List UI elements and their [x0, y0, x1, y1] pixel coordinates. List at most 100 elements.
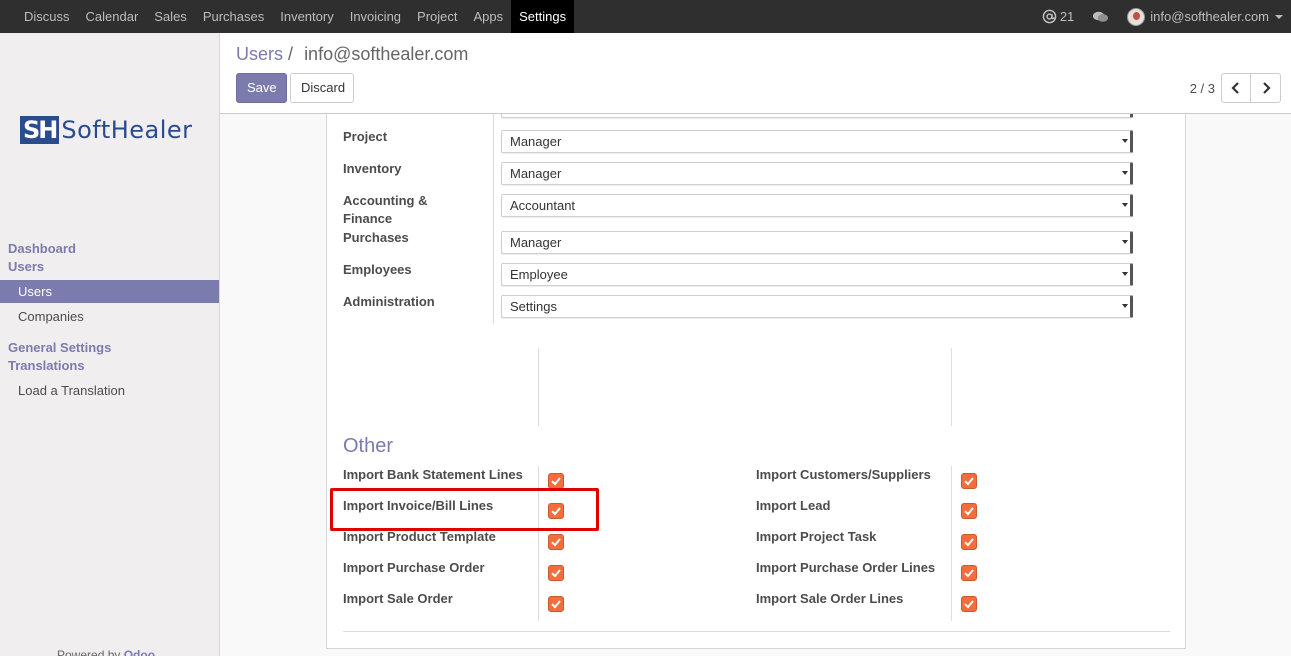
control-panel: Users / info@softhealer.com Save Discard…	[220, 33, 1291, 114]
check-icon	[964, 507, 974, 516]
checkbox-import-lead[interactable]	[961, 503, 977, 519]
check-icon	[551, 569, 561, 578]
select-accounting[interactable]: Accountant	[501, 194, 1133, 217]
form-sheet: Project Manager Inventory Manager Accoun…	[326, 114, 1186, 649]
field-label: Administration	[343, 294, 435, 309]
select-administration[interactable]: Settings	[501, 295, 1133, 318]
dropdown-arrow-icon	[1122, 171, 1128, 175]
avatar	[1127, 7, 1146, 26]
checkbox-label: Import Sale Order	[343, 591, 453, 606]
other-row: Import Product Template Import Project T…	[327, 529, 1187, 560]
checkbox-label: Import Project Task	[756, 529, 877, 544]
menu-apps[interactable]: Apps	[466, 0, 512, 33]
checkbox-import-bank-statement-lines[interactable]	[548, 473, 564, 489]
checkbox-import-purchase-order-lines[interactable]	[961, 565, 977, 581]
checkbox-import-sale-order[interactable]	[548, 596, 564, 612]
sidebar-head-dashboard[interactable]: Dashboard	[8, 241, 76, 256]
dropdown-arrow-icon	[1122, 304, 1128, 308]
user-email: info@softhealer.com	[1150, 9, 1269, 24]
menu-purchases[interactable]: Purchases	[195, 0, 272, 33]
field-label: Project	[343, 129, 388, 144]
sidebar-head-translations[interactable]: Translations	[8, 358, 85, 373]
group-separator	[951, 348, 952, 426]
dropdown-arrow-icon	[1122, 272, 1128, 276]
section-title-other: Other	[343, 435, 394, 457]
checkbox-label: Import Customers/Suppliers	[756, 467, 931, 482]
powered-by-brand[interactable]: Odoo	[124, 648, 155, 656]
checkbox-import-product-template[interactable]	[548, 534, 564, 550]
checkbox-import-customers-suppliers[interactable]	[961, 473, 977, 489]
checkbox-import-project-task[interactable]	[961, 534, 977, 550]
menu-settings[interactable]: Settings	[511, 0, 575, 33]
checkbox-label: Import Lead	[756, 498, 831, 513]
dropdown-arrow-icon	[1122, 139, 1128, 143]
save-button[interactable]: Save	[236, 73, 287, 103]
discard-button[interactable]: Discard	[290, 73, 354, 103]
app-menu: Discuss Calendar Sales Purchases Invento…	[16, 0, 575, 33]
menu-sales[interactable]: Sales	[146, 0, 195, 33]
sidebar-head-general-settings[interactable]: General Settings	[8, 340, 111, 355]
check-icon	[964, 600, 974, 609]
mentions-count: 21	[1059, 9, 1075, 24]
mentions-button[interactable]: 21	[1042, 9, 1074, 24]
select-value: Manager	[510, 166, 562, 181]
user-menu[interactable]: info@softhealer.com	[1127, 7, 1283, 26]
menu-calendar[interactable]: Calendar	[78, 0, 147, 33]
checkbox-import-sale-order-lines[interactable]	[961, 596, 977, 612]
logo-word: SoftHealer	[61, 116, 193, 144]
select-inventory[interactable]: Manager	[501, 162, 1133, 185]
select-value: Manager	[510, 235, 562, 250]
select-employees[interactable]: Employee	[501, 263, 1133, 286]
group-separator	[538, 348, 539, 426]
field-label: Employees	[343, 262, 412, 277]
pager-next-button[interactable]	[1251, 73, 1281, 103]
sidebar-item-users[interactable]: Users	[0, 280, 219, 303]
divider	[343, 631, 1170, 632]
select-value: Accountant	[510, 198, 576, 213]
other-row: Import Purchase Order Import Purchase Or…	[327, 560, 1187, 591]
dropdown-arrow-icon	[1122, 203, 1128, 207]
checkbox-label: Import Bank Statement Lines	[343, 467, 523, 482]
check-icon	[964, 538, 974, 547]
highlight-box	[330, 488, 599, 531]
menu-invoicing[interactable]: Invoicing	[342, 0, 409, 33]
checkbox-import-purchase-order[interactable]	[548, 565, 564, 581]
sidebar: SH SoftHealer Dashboard Users Users Comp…	[0, 33, 220, 656]
powered-by: Powered by Odoo	[57, 648, 155, 656]
check-icon	[551, 538, 561, 547]
field-label: Purchases	[343, 230, 409, 245]
select-project[interactable]: Manager	[501, 130, 1133, 153]
breadcrumb-separator: /	[288, 44, 294, 64]
chevron-right-icon	[1262, 82, 1271, 94]
checkbox-label: Import Sale Order Lines	[756, 591, 904, 606]
field-separator	[493, 114, 494, 324]
sidebar-item-load-translation[interactable]: Load a Translation	[0, 379, 219, 402]
breadcrumb: Users / info@softhealer.com	[236, 44, 468, 65]
select-value: Employee	[510, 267, 568, 282]
breadcrumb-users[interactable]: Users	[236, 44, 283, 64]
pager-previous-button[interactable]	[1221, 73, 1251, 103]
pager: 2 / 3	[1190, 73, 1281, 103]
menu-inventory[interactable]: Inventory	[272, 0, 341, 33]
select-hidden[interactable]	[501, 114, 1133, 118]
systray: 21 info@softhealer.com	[1024, 0, 1283, 33]
field-label: Inventory	[343, 161, 402, 176]
menu-discuss[interactable]: Discuss	[16, 0, 78, 33]
checkbox-label: Import Purchase Order Lines	[756, 560, 936, 575]
dropdown-arrow-icon	[1122, 240, 1128, 244]
chat-button[interactable]	[1092, 10, 1109, 24]
sidebar-head-users[interactable]: Users	[8, 259, 44, 274]
breadcrumb-current: info@softhealer.com	[304, 44, 469, 64]
logo-mark: SH	[20, 116, 60, 144]
other-row: Import Sale Order Import Sale Order Line…	[327, 591, 1187, 622]
main-content[interactable]: Project Manager Inventory Manager Accoun…	[220, 114, 1291, 656]
company-logo: SH SoftHealer	[20, 116, 193, 144]
menu-project[interactable]: Project	[409, 0, 465, 33]
select-value: Settings	[510, 299, 557, 314]
select-purchases[interactable]: Manager	[501, 231, 1133, 254]
check-icon	[964, 569, 974, 578]
powered-by-label: Powered by	[57, 648, 121, 656]
checkbox-label: Import Product Template	[343, 529, 496, 544]
sidebar-item-companies[interactable]: Companies	[0, 305, 219, 328]
field-label: Accounting & Finance	[343, 193, 428, 226]
